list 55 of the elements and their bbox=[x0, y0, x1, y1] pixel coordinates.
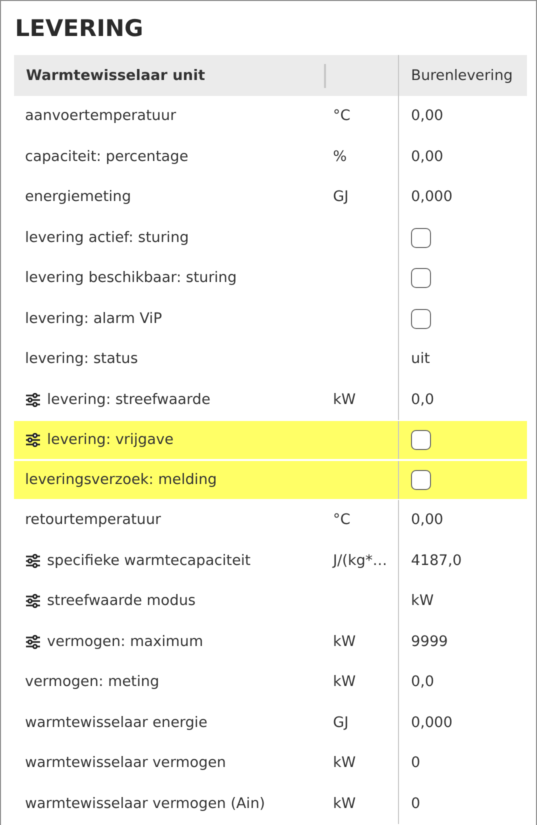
unit-label: GJ bbox=[332, 714, 349, 731]
parameter-name: specifieke warmtecapaciteit bbox=[47, 552, 251, 569]
checkbox[interactable] bbox=[411, 430, 431, 450]
parameter-value: 0,000 bbox=[411, 189, 453, 206]
parameter-name: energiemeting bbox=[25, 189, 132, 206]
unit-label: kW bbox=[332, 796, 356, 812]
parameter-name: warmtewisselaar vermogen bbox=[25, 755, 226, 772]
unit-label: % bbox=[332, 148, 347, 165]
parameter-name: warmtewisselaar energie bbox=[25, 714, 208, 731]
sliders-icon[interactable] bbox=[25, 594, 41, 608]
checkbox[interactable] bbox=[411, 268, 431, 288]
parameter-value: 0,00 bbox=[411, 108, 444, 124]
parameter-value: uit bbox=[411, 351, 430, 368]
parameter-name: levering: vrijgave bbox=[47, 432, 174, 448]
parameter-name: aanvoertemperatuur bbox=[25, 108, 176, 124]
unit-label: GJ bbox=[332, 189, 349, 206]
column-header: Burenlevering bbox=[410, 66, 514, 86]
parameter-name: warmtewisselaar vermogen (Ain) bbox=[25, 796, 266, 812]
parameter-value: 0 bbox=[411, 755, 420, 772]
sliders-icon[interactable] bbox=[25, 433, 41, 447]
unit-label: °C bbox=[332, 108, 350, 124]
parameter-value: 0,000 bbox=[411, 714, 453, 731]
parameter-name: vermogen: meting bbox=[25, 674, 160, 690]
checkbox[interactable] bbox=[411, 470, 431, 490]
parameter-value: 0,00 bbox=[411, 512, 444, 528]
page-title: LEVERING bbox=[14, 15, 144, 44]
parameter-name: levering actief: sturing bbox=[25, 230, 189, 246]
checkbox[interactable] bbox=[411, 308, 431, 329]
parameter-value: 0 bbox=[411, 796, 420, 812]
parameter-name: levering beschikbaar: sturing bbox=[25, 270, 237, 286]
parameter-name: retourtemperatuur bbox=[25, 512, 162, 528]
sliders-icon[interactable] bbox=[25, 392, 41, 407]
parameter-value: 0,00 bbox=[411, 148, 444, 165]
parameter-name: levering: streefwaarde bbox=[47, 392, 210, 408]
unit-label: kW bbox=[332, 634, 356, 650]
checkbox[interactable] bbox=[411, 228, 431, 248]
parameter-value: 0,0 bbox=[411, 674, 434, 690]
parameter-name: streefwaarde modus bbox=[47, 593, 196, 610]
parameter-value: 4187,0 bbox=[411, 552, 462, 569]
parameter-name: levering: status bbox=[25, 351, 138, 368]
unit-label: kW bbox=[332, 392, 356, 408]
parameter-value: 9999 bbox=[411, 634, 448, 650]
parameter-name: capaciteit: percentage bbox=[25, 148, 188, 165]
column-header: Warmtewisselaar unit bbox=[25, 66, 206, 86]
unit-label: °C bbox=[332, 512, 350, 528]
parameter-name: leveringsverzoek: melding bbox=[25, 472, 217, 488]
unit-label: J/(kg*… bbox=[331, 552, 388, 569]
parameter-value: kW bbox=[411, 593, 434, 610]
unit-label: kW bbox=[332, 755, 356, 772]
sliders-icon[interactable] bbox=[25, 554, 41, 568]
unit-label: kW bbox=[332, 674, 356, 690]
sliders-icon[interactable] bbox=[25, 634, 41, 649]
parameter-value: 0,0 bbox=[411, 392, 434, 408]
parameter-name: vermogen: maximum bbox=[47, 634, 204, 650]
parameter-name: levering: alarm ViP bbox=[25, 310, 162, 327]
